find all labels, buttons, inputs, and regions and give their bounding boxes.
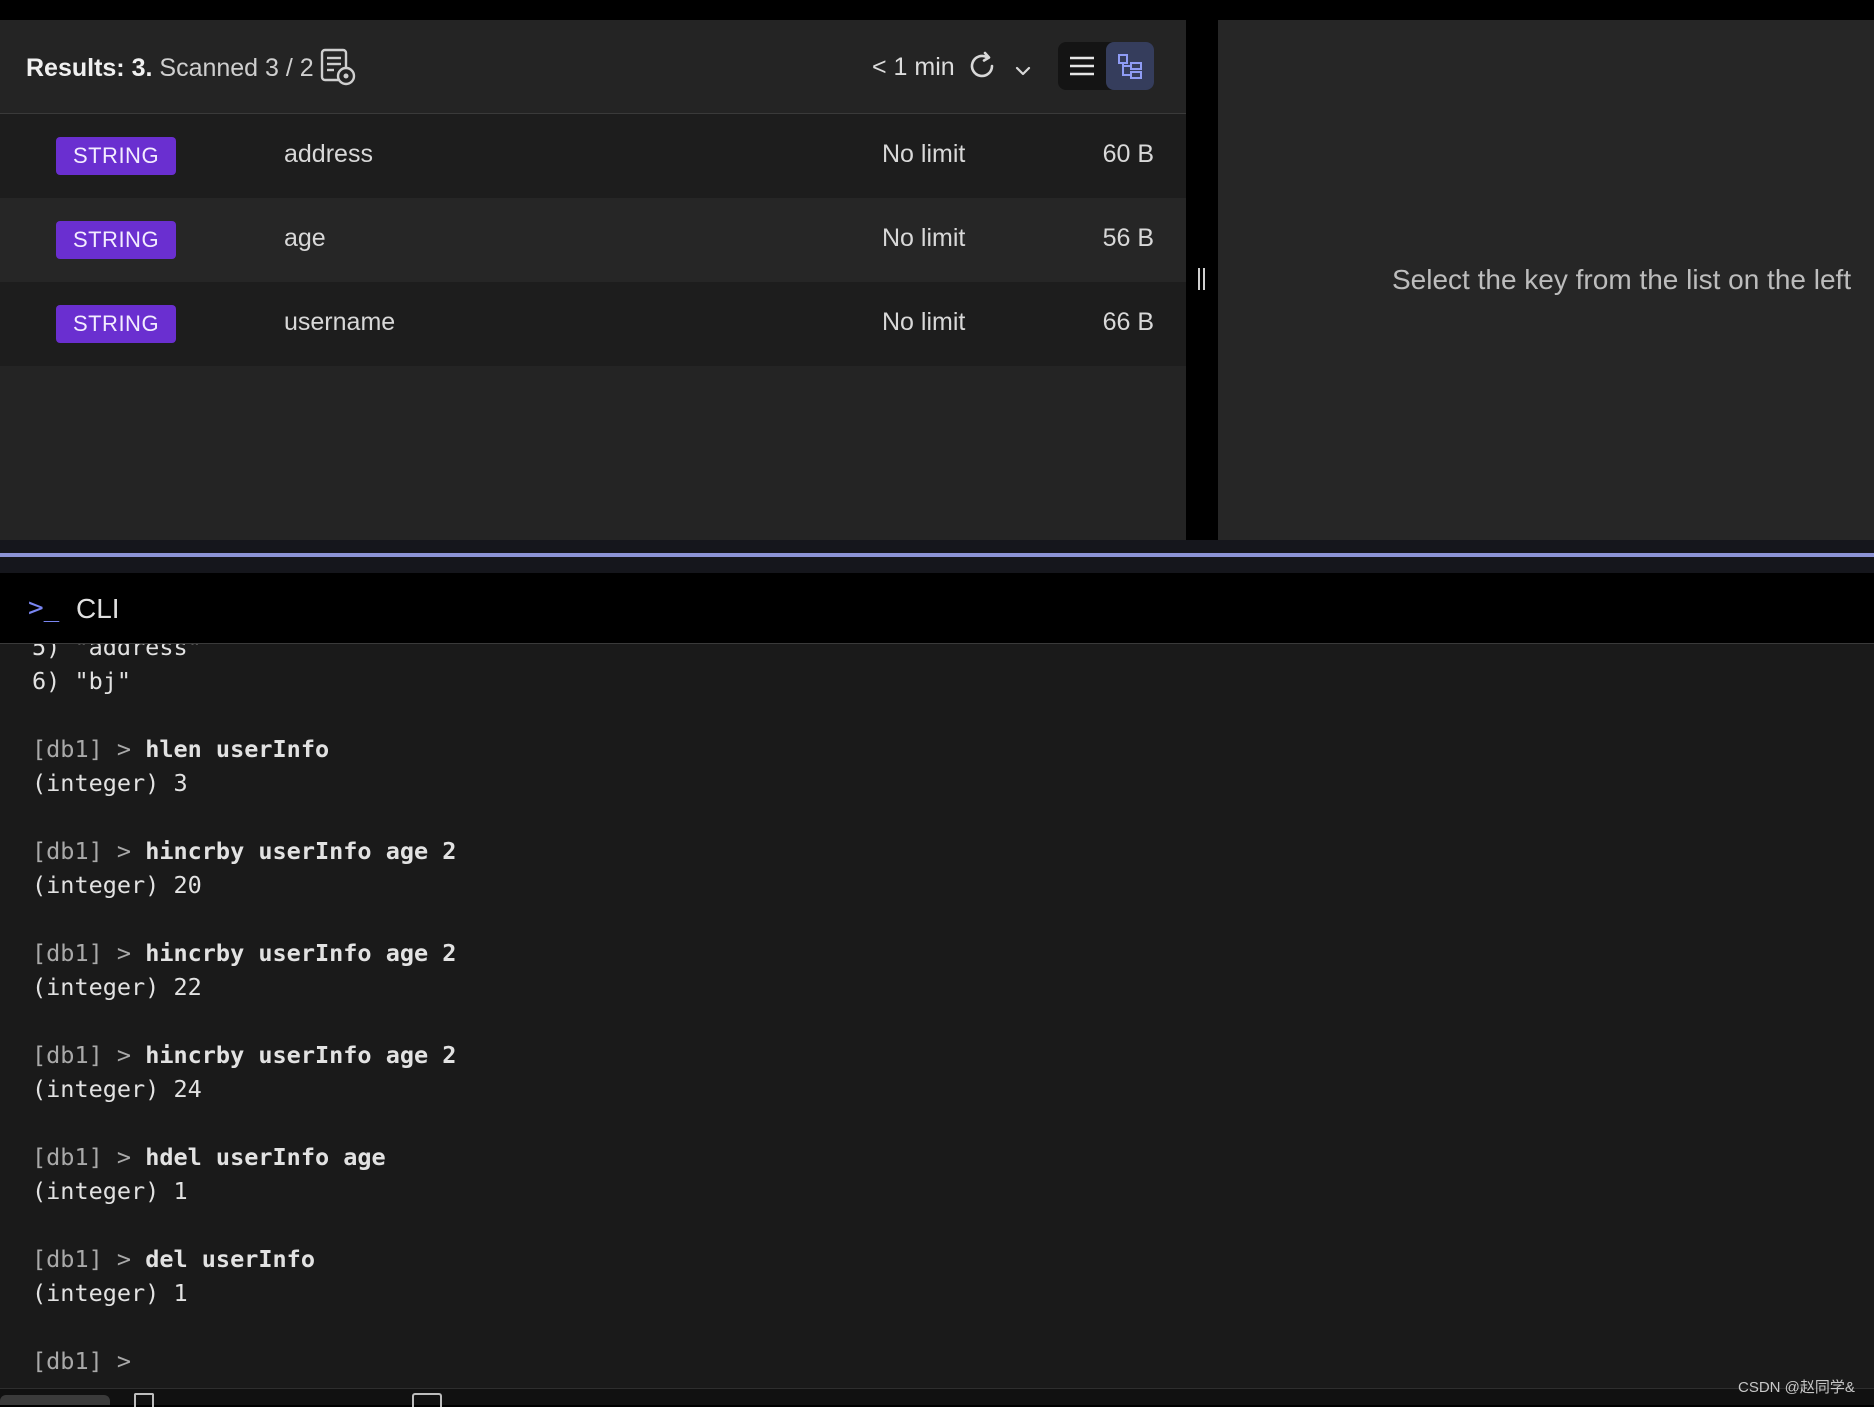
cli-blank-line xyxy=(32,1310,456,1344)
cli-command-line: [db1] > hincrby userInfo age 2 xyxy=(32,1038,456,1072)
type-badge: STRING xyxy=(56,137,176,175)
cli-command: hincrby userInfo age 2 xyxy=(145,939,457,967)
scanned-count: Scanned 3 / 2 xyxy=(159,54,314,82)
cli-output-line: (integer) 1 xyxy=(32,1276,456,1310)
cli-prompt: [db1] > xyxy=(32,1143,146,1171)
cli-output-text: 6) "bj" xyxy=(32,667,132,695)
cli-title: CLI xyxy=(76,593,120,624)
cli-prompt: [db1] > xyxy=(32,837,146,865)
terminal-prompt-icon: >_ xyxy=(28,593,60,623)
cli-command-line: [db1] > hlen userInfo xyxy=(32,732,456,766)
cli-output-line: (integer) 22 xyxy=(32,970,456,1004)
cli-output-text: 5) "address" xyxy=(32,644,202,661)
cli-blank-line xyxy=(32,1106,456,1140)
view-toggle xyxy=(1058,42,1154,90)
cli-output-text: (integer) 20 xyxy=(32,871,202,899)
cli-blank-line xyxy=(32,1208,456,1242)
key-row[interactable]: STRING address No limit 60 B xyxy=(0,114,1186,198)
results-summary: Results: 3. Scanned 3 / 2 xyxy=(26,54,314,83)
cli-prompt: [db1] > xyxy=(32,1347,146,1375)
key-size: 56 B xyxy=(1102,224,1154,252)
cli-command: hincrby userInfo age 2 xyxy=(145,1041,457,1069)
keyboard-icon[interactable] xyxy=(412,1393,442,1407)
resize-grip xyxy=(1198,268,1200,290)
cli-command-line: [db1] > hincrby userInfo age 2 xyxy=(32,936,456,970)
cli-output-text: (integer) 1 xyxy=(32,1279,188,1307)
cli-blank-line xyxy=(32,698,456,732)
cli-output-text: (integer) 3 xyxy=(32,769,188,797)
cli-command-line: [db1] > xyxy=(32,1344,456,1378)
cli-output-line: 5) "address" xyxy=(32,644,456,664)
resize-grip xyxy=(1203,268,1205,290)
key-size: 60 B xyxy=(1102,140,1154,168)
bottom-bar xyxy=(0,1388,1874,1407)
cli-prompt: [db1] > xyxy=(32,1245,146,1273)
cli-output-text: (integer) 22 xyxy=(32,973,202,1001)
cli-prompt: [db1] > xyxy=(32,735,146,763)
last-refresh-time: < 1 min xyxy=(872,53,955,81)
cli-prompt: [db1] > xyxy=(32,1041,146,1069)
key-name: address xyxy=(284,140,373,168)
panel-divider xyxy=(0,540,1874,553)
chevron-down-icon[interactable] xyxy=(1012,60,1034,82)
key-row[interactable]: STRING username No limit 66 B xyxy=(0,282,1186,366)
list-settings-icon[interactable] xyxy=(320,48,358,88)
cli-output-text: (integer) 24 xyxy=(32,1075,202,1103)
key-ttl: No limit xyxy=(882,140,966,168)
cli-output[interactable]: 5) "address" 6) "bj" [db1] > hlen userInfo… xyxy=(0,644,1874,1388)
cli-output-line: (integer) 1 xyxy=(32,1174,456,1208)
cli-output-line: (integer) 20 xyxy=(32,868,456,902)
cli-header: >_ CLI xyxy=(0,573,1874,644)
list-view-button[interactable] xyxy=(1058,42,1106,90)
panel-divider xyxy=(0,557,1874,573)
key-details-panel: Select the key from the list on the left xyxy=(1218,20,1874,540)
keys-panel: Results: 3. Scanned 3 / 2 < 1 min STRING… xyxy=(0,20,1186,540)
cli-prompt: [db1] > xyxy=(32,939,146,967)
cli-command: hlen userInfo xyxy=(145,735,330,763)
refresh-icon[interactable] xyxy=(966,50,998,82)
type-badge: STRING xyxy=(56,305,176,343)
type-badge: STRING xyxy=(56,221,176,259)
cli-lines: 5) "address" 6) "bj" [db1] > hlen userInfo… xyxy=(32,644,456,1378)
tree-view-button[interactable] xyxy=(1106,42,1154,90)
cli-command-line: [db1] > del userInfo xyxy=(32,1242,456,1276)
results-count: Results: 3. xyxy=(26,54,153,82)
key-name: username xyxy=(284,308,396,336)
cli-blank-line xyxy=(32,1004,456,1038)
key-ttl: No limit xyxy=(882,224,966,252)
key-row[interactable]: STRING age No limit 56 B xyxy=(0,198,1186,282)
key-name: age xyxy=(284,224,326,252)
keys-header: Results: 3. Scanned 3 / 2 < 1 min xyxy=(0,20,1186,114)
cli-output-line: (integer) 24 xyxy=(32,1072,456,1106)
cli-output-line: 6) "bj" xyxy=(32,664,456,698)
cli-command-line: [db1] > hdel userInfo age xyxy=(32,1140,456,1174)
cli-command: del userInfo xyxy=(145,1245,315,1273)
tree-view-icon xyxy=(1118,54,1142,79)
cli-blank-line xyxy=(32,800,456,834)
key-ttl: No limit xyxy=(882,308,966,336)
key-size: 66 B xyxy=(1102,308,1154,336)
empty-details-message: Select the key from the list on the left xyxy=(1392,264,1852,295)
panel-resize-handle[interactable] xyxy=(1186,20,1218,540)
document-icon[interactable] xyxy=(134,1393,154,1407)
watermark: CSDN @赵同学& xyxy=(1738,1379,1855,1396)
cli-blank-line xyxy=(32,902,456,936)
cli-command: hincrby userInfo age 2 xyxy=(145,837,457,865)
cli-command-line: [db1] > hincrby userInfo age 2 xyxy=(32,834,456,868)
cli-output-text: (integer) 1 xyxy=(32,1177,188,1205)
cli-command: hdel userInfo age xyxy=(145,1143,386,1171)
list-view-icon xyxy=(1070,56,1094,76)
cli-output-line: (integer) 3 xyxy=(32,766,456,800)
